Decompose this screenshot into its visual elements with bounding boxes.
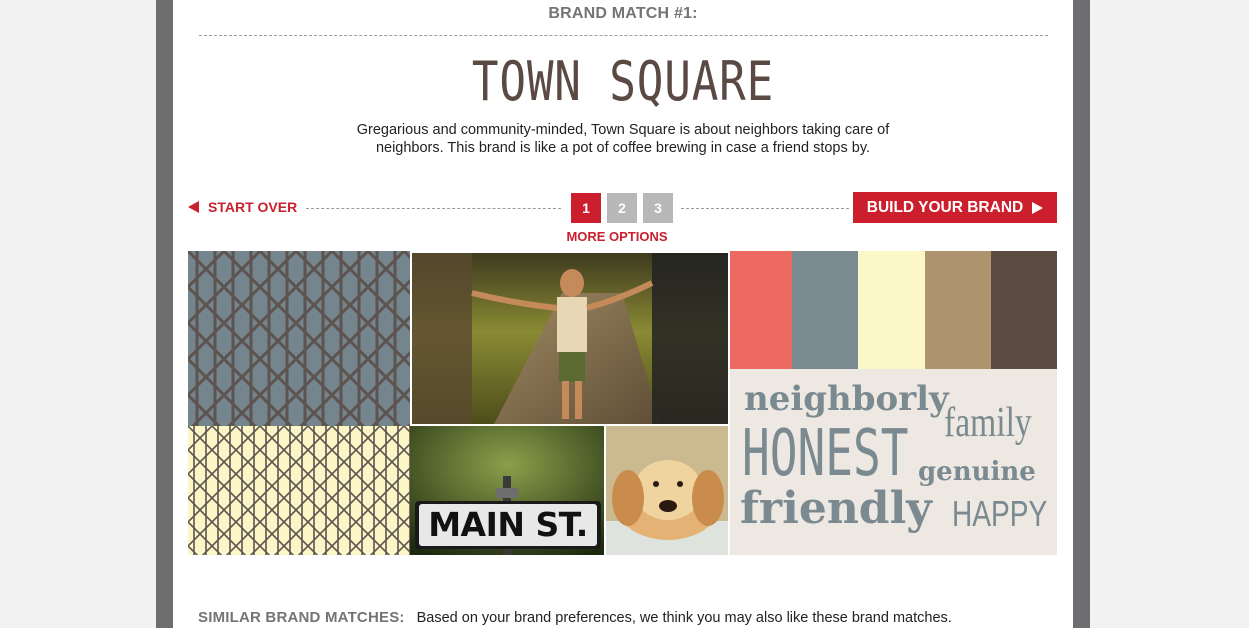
brand-word-cloud: neighborly family HONEST genuine friendl…: [730, 369, 1057, 555]
color-swatch-3: [858, 251, 925, 369]
page-button-1[interactable]: 1: [571, 193, 601, 223]
brand-description: Gregarious and community-minded, Town Sq…: [356, 122, 890, 156]
similar-brand-matches: SIMILAR BRAND MATCHES: Based on your bran…: [198, 609, 952, 626]
build-your-brand-button[interactable]: BUILD YOUR BRAND: [853, 192, 1057, 223]
cream-lattice-pattern: [188, 426, 410, 555]
page-button-2[interactable]: 2: [607, 193, 637, 223]
color-swatch-4: [925, 251, 991, 369]
word-genuine: genuine: [918, 457, 1036, 487]
pagination: 1 2 3: [571, 193, 673, 223]
color-swatch-2: [792, 251, 858, 369]
color-swatch-5: [991, 251, 1057, 369]
arrow-left-icon: [188, 201, 199, 213]
build-your-brand-label: BUILD YOUR BRAND: [866, 198, 1024, 216]
word-happy: HAPPY: [952, 493, 1048, 534]
similar-label: SIMILAR BRAND MATCHES:: [198, 609, 405, 626]
arrow-right-icon: [1032, 201, 1044, 214]
word-neighborly: neighborly: [744, 379, 949, 419]
more-options-link[interactable]: MORE OPTIONS: [561, 229, 673, 244]
brand-match-kicker: BRAND MATCH #1:: [548, 5, 698, 22]
nav-divider-left: [306, 208, 561, 209]
nav-divider-right: [681, 208, 849, 209]
start-over-link[interactable]: START OVER: [188, 199, 297, 215]
word-honest: HONEST: [742, 417, 909, 491]
color-swatch-1: [730, 251, 792, 369]
slate-lattice-pattern: [188, 251, 410, 426]
similar-text: Based on your brand preferences, we thin…: [416, 610, 952, 626]
start-over-label: START OVER: [208, 199, 298, 215]
word-family: family: [944, 400, 1032, 446]
street-sign-text: MAIN ST.: [428, 505, 588, 544]
family-walking-photo: [410, 251, 730, 426]
header-divider: [199, 35, 1048, 36]
brand-match-panel: BRAND MATCH #1: TOWN SQUARE Gregarious a…: [173, 0, 1073, 628]
brand-title: TOWN SQUARE: [471, 50, 775, 113]
golden-retriever-photo: [606, 426, 730, 555]
mood-board: MAIN ST. neighborly family HONEST genuin…: [188, 251, 1057, 555]
word-friendly: friendly: [740, 483, 932, 534]
main-street-sign-photo: MAIN ST.: [410, 426, 606, 555]
page-button-3[interactable]: 3: [643, 193, 673, 223]
